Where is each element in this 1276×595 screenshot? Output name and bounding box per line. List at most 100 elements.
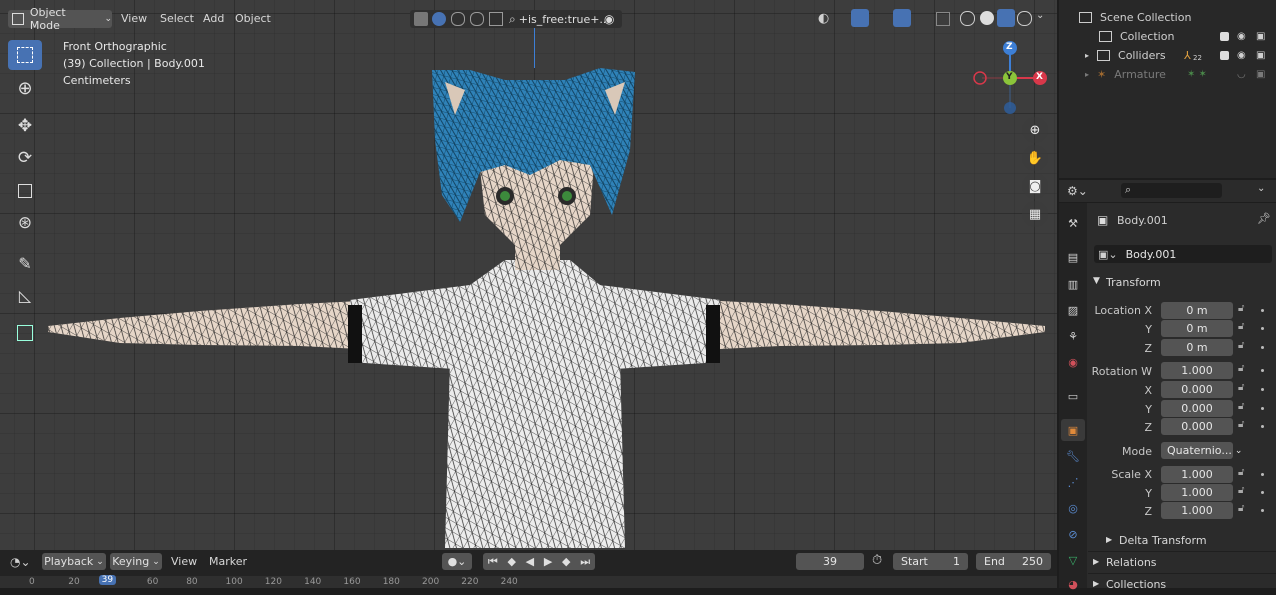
play-reverse-icon[interactable]: ◀ xyxy=(526,555,534,568)
checkbox-icon[interactable] xyxy=(1220,32,1229,41)
transform-panel-title[interactable]: Transform xyxy=(1106,276,1161,289)
world-tab[interactable]: ◉ xyxy=(1061,351,1085,373)
outliner-item-colliders[interactable]: ▸ Colliders ⅄ 22 ◉ ▣ xyxy=(1059,46,1276,65)
play-icon[interactable]: ▶ xyxy=(544,555,552,568)
pin-icon[interactable]: 📌︎ xyxy=(1257,212,1271,225)
lock-icon[interactable]: 🔓︎ xyxy=(1238,303,1244,314)
expand-arrow-icon[interactable]: ▸ xyxy=(1085,70,1089,79)
collections-panel-title[interactable]: Collections xyxy=(1106,578,1166,591)
solid-shading-icon[interactable] xyxy=(980,11,994,25)
jump-start-icon[interactable]: ⏮︎ xyxy=(488,555,498,569)
playback-menu[interactable]: Playback ⌄ xyxy=(42,553,106,570)
menu-view[interactable]: View xyxy=(121,12,147,25)
lock-icon[interactable]: 🔓︎ xyxy=(1238,467,1244,478)
keyframe-dot-icon[interactable] xyxy=(1261,369,1264,372)
camera-render-icon[interactable]: ▣ xyxy=(1256,50,1265,61)
mesh-model[interactable] xyxy=(0,0,1057,550)
expand-arrow-icon[interactable]: ▶ xyxy=(1106,535,1112,544)
annotate-tool[interactable]: ✎ xyxy=(8,248,42,278)
expand-arrow-icon[interactable]: ▶ xyxy=(1093,579,1099,588)
relations-panel-title[interactable]: Relations xyxy=(1106,556,1157,569)
rotation-mode-dropdown[interactable]: Quaternio... ⌄ xyxy=(1161,442,1242,459)
lock-icon[interactable]: 🔓︎ xyxy=(1238,503,1244,514)
scale-z-field[interactable]: 1.000 xyxy=(1161,502,1233,519)
checkbox-icon[interactable] xyxy=(1220,51,1229,60)
3d-viewport[interactable]: Object Mode ⌄ View Select Add Object ⌕ +… xyxy=(0,0,1057,550)
object-name-field[interactable]: ▣⌄ Body.001 xyxy=(1094,245,1272,263)
rotation-y-field[interactable]: 0.000 xyxy=(1161,400,1233,417)
filter-text[interactable]: +is_free:true+... xyxy=(519,13,610,26)
keyframe-dot-icon[interactable] xyxy=(1261,407,1264,410)
keyframe-dot-icon[interactable] xyxy=(1261,346,1264,349)
image-filter-icon[interactable] xyxy=(489,12,503,26)
stopwatch-icon[interactable]: ⏱︎ xyxy=(872,553,882,568)
timeline-ruler[interactable] xyxy=(0,576,1057,588)
xray-icon[interactable] xyxy=(936,12,950,26)
rotation-z-field[interactable]: 0.000 xyxy=(1161,418,1233,435)
eye-icon[interactable]: ◉ xyxy=(1237,50,1246,61)
keyframe-dot-icon[interactable] xyxy=(1261,491,1264,494)
material-shading-icon[interactable] xyxy=(997,9,1015,27)
camera-render-icon[interactable]: ▣ xyxy=(1256,69,1265,80)
material-tab[interactable]: ◕ xyxy=(1061,573,1085,595)
eye-icon[interactable]: ◉ xyxy=(604,12,614,26)
grid-icon[interactable]: ▦ xyxy=(1022,201,1048,227)
scale-y-field[interactable]: 1.000 xyxy=(1161,484,1233,501)
modifier-tab[interactable]: 🔧︎ xyxy=(1061,445,1085,467)
scene-tab[interactable]: ⚘ xyxy=(1061,325,1085,347)
tool-tab[interactable]: ⚒ xyxy=(1061,212,1085,234)
keying-menu[interactable]: Keying ⌄ xyxy=(110,553,162,570)
keyframe-dot-icon[interactable] xyxy=(1261,509,1264,512)
menu-select[interactable]: Select xyxy=(160,12,194,25)
lock-icon[interactable]: 🔓︎ xyxy=(1238,419,1244,430)
expand-arrow-icon[interactable]: ▶ xyxy=(1093,557,1099,566)
chevron-down-icon[interactable]: ⌄ xyxy=(1036,10,1044,21)
lock-icon[interactable]: 🔓︎ xyxy=(1238,363,1244,374)
collection-tab[interactable]: ▭ xyxy=(1061,385,1085,407)
delta-transform-subpanel[interactable]: Delta Transform xyxy=(1119,534,1207,547)
start-frame-field[interactable]: Start 1 xyxy=(893,553,968,570)
record-button[interactable]: ●⌄ xyxy=(442,553,472,570)
keyframe-dot-icon[interactable] xyxy=(1261,309,1264,312)
lock-icon[interactable]: 🔓︎ xyxy=(1238,321,1244,332)
gizmo-toggle-icon[interactable] xyxy=(851,9,869,27)
camera-render-icon[interactable]: ▣ xyxy=(1256,31,1265,42)
editor-type-icon[interactable]: ⚙⌄ xyxy=(1067,184,1088,198)
scene-collection-row[interactable]: Scene Collection xyxy=(1059,8,1276,27)
outliner-item-armature[interactable]: ▸ ✶ Armature ✶ ✶ ◡ ▣ xyxy=(1059,65,1276,84)
particles-tab[interactable]: ⋰ xyxy=(1061,471,1085,493)
next-keyframe-icon[interactable]: ◆ xyxy=(562,555,570,568)
wireframe-shading-icon[interactable] xyxy=(960,11,975,26)
expand-arrow-icon[interactable]: ▸ xyxy=(1085,51,1089,60)
menu-object[interactable]: Object xyxy=(235,12,271,25)
measure-tool[interactable]: ◺ xyxy=(8,280,42,310)
lock-icon[interactable]: 🔓︎ xyxy=(1238,340,1244,351)
eye-icon[interactable]: ◉ xyxy=(1237,31,1246,42)
world-filter-icon[interactable] xyxy=(470,12,484,26)
current-frame-field[interactable]: 39 xyxy=(796,553,864,570)
menu-add[interactable]: Add xyxy=(203,12,224,25)
eye-closed-icon[interactable]: ◡ xyxy=(1237,69,1246,80)
lock-icon[interactable]: 🔓︎ xyxy=(1238,401,1244,412)
physics-tab[interactable]: ◎ xyxy=(1061,497,1085,519)
prev-keyframe-icon[interactable]: ◆ xyxy=(507,555,515,568)
editor-type-icon[interactable]: ◔⌄ xyxy=(10,555,31,569)
object-tab[interactable]: ▣ xyxy=(1061,419,1085,441)
lock-icon[interactable]: 🔓︎ xyxy=(1238,485,1244,496)
end-frame-field[interactable]: End 250 xyxy=(976,553,1051,570)
mode-selector[interactable]: Object Mode ⌄ xyxy=(8,6,112,32)
scale-tool[interactable] xyxy=(8,176,42,206)
move-tool[interactable]: ✥ xyxy=(8,111,42,141)
keyframe-dot-icon[interactable] xyxy=(1261,327,1264,330)
rotate-tool[interactable]: ⟳ xyxy=(8,143,42,173)
rendered-shading-icon[interactable] xyxy=(1017,11,1032,26)
timeline-menu-marker[interactable]: Marker xyxy=(209,555,247,568)
shading-filter-icon[interactable] xyxy=(451,12,465,26)
keyframe-dot-icon[interactable] xyxy=(1261,473,1264,476)
data-tab[interactable]: ▽ xyxy=(1061,549,1085,571)
location-z-field[interactable]: 0 m xyxy=(1161,339,1233,356)
collapse-arrow-icon[interactable]: ▼ xyxy=(1093,276,1100,286)
keyframe-dot-icon[interactable] xyxy=(1261,425,1264,428)
lock-icon[interactable]: 🔓︎ xyxy=(1238,382,1244,393)
scale-x-field[interactable]: 1.000 xyxy=(1161,466,1233,483)
